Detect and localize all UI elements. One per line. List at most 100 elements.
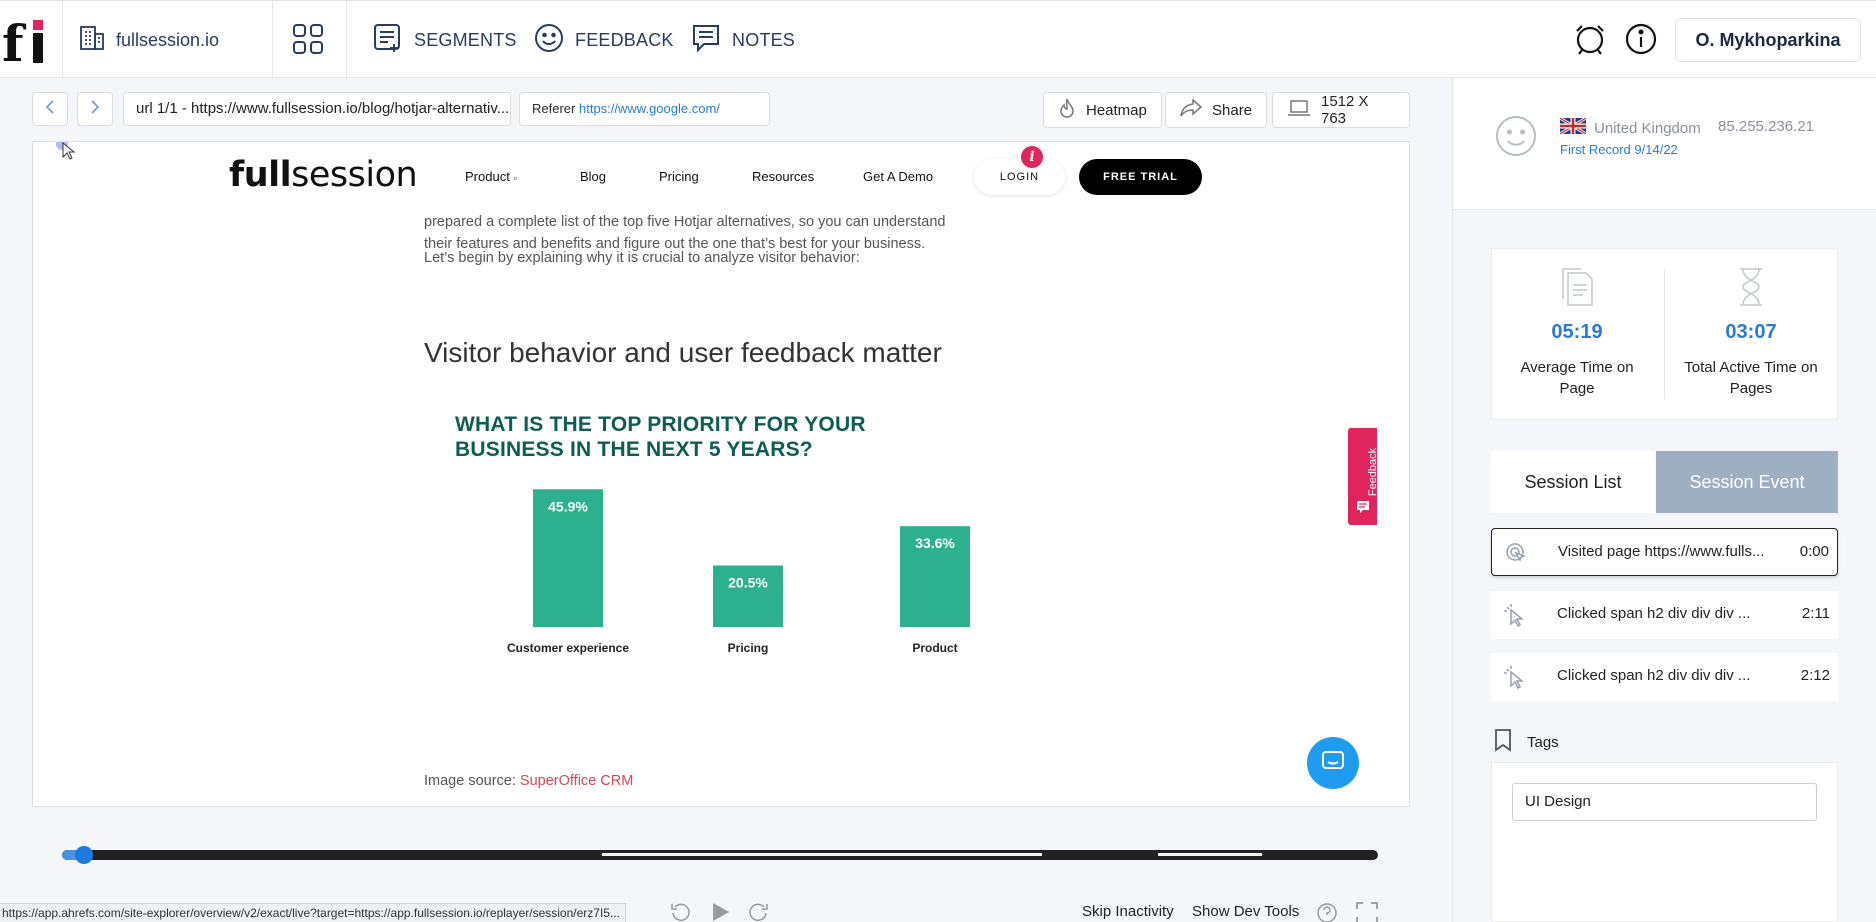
activity-segment — [602, 853, 1042, 856]
event-row[interactable]: Clicked span h2 div div div ... 2:11 — [1491, 591, 1838, 639]
fullsession-site-logo[interactable]: fullsession — [229, 155, 418, 195]
click-icon — [1503, 603, 1527, 631]
average-time-label: Average Time on Page — [1520, 359, 1634, 397]
event-description: Clicked span h2 div div div ... — [1557, 667, 1751, 684]
click-icon — [1503, 665, 1527, 693]
smiley-icon — [533, 22, 565, 59]
page-visit-icon — [1504, 541, 1528, 569]
event-description: Clicked span h2 div div div ... — [1557, 605, 1751, 622]
tags-card: UI Design — [1491, 762, 1838, 922]
chart-category-label: Customer experience — [507, 641, 629, 655]
session-stats-card: 05:19 Average Time on Page 03:07 Total Ac… — [1491, 248, 1838, 420]
first-record-date: First Record 9/14/22 — [1560, 142, 1678, 157]
next-page-button[interactable] — [77, 92, 113, 126]
session-replay-viewport[interactable]: fullsession Product ▫ Blog Pricing Resou… — [32, 141, 1410, 807]
feedback-tab[interactable]: Feedback — [1348, 428, 1379, 525]
chart-value-label: 33.6% — [915, 535, 955, 551]
chevron-left-icon — [43, 99, 57, 120]
chart-category-label: Pricing — [728, 641, 769, 655]
site-name: fullsession.io — [116, 29, 220, 50]
divider — [272, 1, 273, 79]
site-nav-resources[interactable]: Resources — [752, 169, 814, 184]
resolution-value: 1512 X 763 — [1321, 93, 1369, 127]
nav-feedback-label: FEEDBACK — [575, 29, 674, 50]
flame-icon — [1058, 98, 1076, 122]
event-time: 2:12 — [1800, 667, 1830, 684]
priority-bar-chart: 45.9% Customer experience 20.5% Pricing 33.6… — [507, 489, 970, 655]
chevron-right-icon — [88, 99, 102, 120]
cursor-icon — [55, 142, 77, 166]
share-label: Share — [1212, 101, 1253, 119]
site-nav-blog[interactable]: Blog — [580, 169, 606, 184]
free-trial-button[interactable]: FREE TRIAL — [1079, 159, 1202, 195]
info-badge[interactable]: i — [1021, 146, 1043, 168]
tab-session-event[interactable]: Session Event — [1656, 451, 1838, 513]
referer-field[interactable]: Referer https://www.google.com/ — [519, 92, 770, 126]
pages-icon — [1560, 267, 1594, 312]
site-switcher[interactable]: fullsession.io — [78, 23, 219, 57]
article-paragraph-2: Let’s begin by explaining why it is cruc… — [424, 250, 860, 266]
nav-segments[interactable]: SEGMENTS — [372, 21, 517, 59]
image-source-caption: Image source: SuperOffice CRM — [424, 773, 634, 789]
skip-inactivity-toggle[interactable]: Skip Inactivity — [1082, 903, 1174, 920]
fullscreen-icon[interactable] — [1355, 901, 1379, 922]
site-nav-pricing[interactable]: Pricing — [659, 169, 699, 184]
rewind-10-icon[interactable] — [669, 901, 693, 922]
tags-header: Tags — [1493, 728, 1559, 756]
site-nav-product[interactable]: Product ▫ — [465, 169, 517, 184]
tag-input[interactable]: UI Design — [1512, 783, 1817, 821]
nav-feedback[interactable]: FEEDBACK — [533, 21, 674, 59]
play-icon[interactable] — [709, 901, 731, 922]
referer-label: Referer — [532, 101, 576, 116]
updates-icon[interactable] — [1572, 21, 1608, 57]
hourglass-icon — [1736, 267, 1766, 312]
svg-text:f: f — [2, 14, 27, 67]
user-menu-button[interactable]: O. Mykhoparkina — [1675, 18, 1861, 62]
laptop-icon — [1287, 100, 1311, 120]
chart-title: WHAT IS THE TOP PRIORITY FOR YOUR BUSINE… — [455, 413, 866, 461]
event-row[interactable]: Clicked span h2 div div div ... 2:12 — [1491, 653, 1838, 701]
heatmap-button[interactable]: Heatmap — [1043, 92, 1162, 128]
show-dev-tools-button[interactable]: Show Dev Tools — [1192, 903, 1299, 920]
page-url-field[interactable]: url 1/1 - https://www.fullsession.io/blo… — [123, 92, 511, 126]
visitor-ip: 85.255.236.21 — [1718, 118, 1814, 135]
divider — [62, 1, 63, 79]
chat-bubble-button[interactable] — [1307, 737, 1359, 789]
site-nav-get-a-demo[interactable]: Get A Demo — [863, 169, 933, 184]
event-row[interactable]: Visited page https://www.fulls... 0:00 — [1491, 528, 1838, 576]
tab-session-list[interactable]: Session List — [1491, 451, 1655, 513]
chat-icon — [1321, 750, 1345, 777]
heatmap-label: Heatmap — [1086, 101, 1147, 119]
average-time-value: 05:19 — [1551, 321, 1603, 343]
help-icon[interactable] — [1315, 901, 1339, 922]
session-timeline[interactable] — [62, 846, 1378, 864]
event-description: Visited page https://www.fulls... — [1558, 543, 1765, 560]
referer-link[interactable]: https://www.google.com/ — [579, 101, 720, 116]
active-time-value: 03:07 — [1725, 321, 1777, 343]
app-logo[interactable]: f — [2, 13, 54, 73]
nav-notes-label: NOTES — [732, 29, 796, 50]
info-icon[interactable] — [1623, 21, 1659, 57]
image-source-link[interactable]: SuperOffice CRM — [520, 773, 633, 789]
chart-value-label: 20.5% — [728, 575, 768, 591]
activity-segment — [1158, 853, 1262, 856]
divider — [346, 1, 347, 79]
site-login-button[interactable]: LOGIN — [974, 159, 1065, 195]
visitor-country: United Kingdom — [1559, 116, 1701, 138]
chevron-down-icon: ▫ — [513, 173, 517, 183]
event-time: 0:00 — [1799, 543, 1829, 560]
nav-notes[interactable]: NOTES — [690, 21, 795, 59]
building-icon — [78, 24, 106, 57]
chart-category-label: Product — [912, 641, 957, 655]
nav-segments-label: SEGMENTS — [414, 29, 517, 50]
apps-grid-button[interactable] — [290, 21, 326, 57]
forward-10-icon[interactable] — [746, 901, 770, 922]
divider — [1664, 269, 1665, 399]
visitor-avatar-icon — [1495, 115, 1537, 162]
chart-value-label: 45.9% — [548, 498, 588, 514]
share-button[interactable]: Share — [1165, 92, 1268, 128]
previous-page-button[interactable] — [32, 92, 68, 126]
timeline-scrubber-handle[interactable] — [75, 846, 94, 864]
share-icon — [1180, 98, 1203, 121]
article-heading: Visitor behavior and user feedback matte… — [424, 337, 942, 368]
